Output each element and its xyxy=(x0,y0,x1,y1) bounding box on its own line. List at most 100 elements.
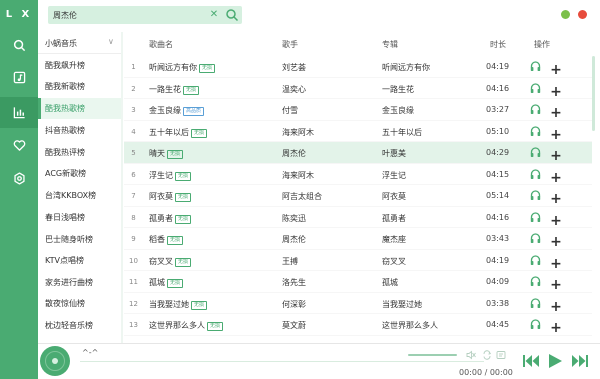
add-icon[interactable]: + xyxy=(550,170,562,186)
close-button[interactable] xyxy=(578,10,587,19)
song-row[interactable]: 12 当我娶过她 无损 何深彰 当我娶过她 03:38 + xyxy=(124,293,592,315)
nav-leaderboard[interactable] xyxy=(0,97,38,128)
song-album[interactable]: 窃叉叉 xyxy=(382,256,406,267)
song-artist[interactable]: 周杰伦 xyxy=(282,234,306,245)
nav-playlist[interactable] xyxy=(0,62,38,93)
board-item[interactable]: KTV点唱榜 xyxy=(38,250,121,271)
song-artist[interactable]: 莫文蔚 xyxy=(282,320,306,331)
search-input[interactable] xyxy=(53,8,203,22)
song-row[interactable]: 6 浮生记 无损 海来阿木 浮生记 04:15 + xyxy=(124,164,592,186)
song-artist[interactable]: 付雪 xyxy=(282,105,298,116)
song-album[interactable]: 一路生花 xyxy=(382,84,414,95)
lyrics-icon[interactable] xyxy=(496,350,506,360)
song-album[interactable]: 听闻远方有你 xyxy=(382,62,430,73)
song-artist[interactable]: 海来阿木 xyxy=(282,127,314,138)
board-item-active[interactable]: 酷我热歌榜 xyxy=(38,98,121,119)
song-row[interactable]: 8 孤勇者 无损 陈奕迅 孤勇者 04:16 + xyxy=(124,207,592,229)
board-item[interactable]: 巴士随身听榜 xyxy=(38,229,121,250)
add-icon[interactable]: + xyxy=(550,191,562,207)
scrollbar[interactable] xyxy=(592,56,595,131)
headphones-icon[interactable] xyxy=(530,232,541,244)
song-row[interactable]: 10 窃叉叉 无损 王搏 窃叉叉 04:19 + xyxy=(124,250,592,272)
song-row[interactable]: 7 阿衣莫 无损 阿吉太组合 阿衣莫 05:14 + xyxy=(124,185,592,207)
song-artist[interactable]: 海来阿木 xyxy=(282,170,314,181)
board-item[interactable]: 家务进行曲榜 xyxy=(38,272,121,293)
board-item[interactable]: 台湾KKBOX榜 xyxy=(38,185,121,206)
song-album[interactable]: 这世界那么多人 xyxy=(382,320,438,331)
song-album[interactable]: 孤勇者 xyxy=(382,213,406,224)
add-icon[interactable]: + xyxy=(550,299,562,315)
song-album[interactable]: 孤城 xyxy=(382,277,398,288)
song-row[interactable]: 9 稻香 无损 周杰伦 魔杰座 03:43 + xyxy=(124,228,592,250)
album-cover[interactable] xyxy=(40,346,70,376)
add-icon[interactable]: + xyxy=(550,62,562,78)
nav-favorites[interactable] xyxy=(0,130,38,161)
song-artist[interactable]: 温奕心 xyxy=(282,84,306,95)
headphones-icon[interactable] xyxy=(530,318,541,330)
song-row[interactable]: 2 一路生花 无损 温奕心 一路生花 04:16 + xyxy=(124,78,592,100)
minimize-button[interactable] xyxy=(561,10,570,19)
headphones-icon[interactable] xyxy=(530,82,541,94)
song-row[interactable]: 5 晴天 无损 周杰伦 叶惠美 04:29 + xyxy=(124,142,592,164)
add-icon[interactable]: + xyxy=(550,105,562,121)
repeat-icon[interactable] xyxy=(482,350,492,360)
board-item[interactable]: 酷我新歌榜 xyxy=(38,76,121,97)
song-album[interactable]: 金玉良缘 xyxy=(382,105,414,116)
add-icon[interactable]: + xyxy=(550,148,562,164)
song-row[interactable]: 11 孤城 无损 洛先生 孤城 04:09 + xyxy=(124,271,592,293)
song-album[interactable]: 当我娶过她 xyxy=(382,299,422,310)
board-item[interactable]: 酷我飙升榜 xyxy=(38,55,121,76)
add-icon[interactable]: + xyxy=(550,320,562,336)
source-select[interactable]: 小蜗音乐 ∨ xyxy=(38,32,121,54)
next-icon[interactable] xyxy=(571,353,589,369)
song-row[interactable]: 13 这世界那么多人 无损 莫文蔚 这世界那么多人 04:45 + xyxy=(124,314,592,336)
board-item[interactable]: 抖音热歌榜 xyxy=(38,120,121,141)
add-icon[interactable]: + xyxy=(550,84,562,100)
headphones-icon[interactable] xyxy=(530,103,541,115)
board-item[interactable]: ACG新歌榜 xyxy=(38,163,121,184)
song-artist[interactable]: 刘艺荟 xyxy=(282,62,306,73)
headphones-icon[interactable] xyxy=(530,125,541,137)
song-album[interactable]: 阿衣莫 xyxy=(382,191,406,202)
nav-search[interactable] xyxy=(0,30,38,61)
add-icon[interactable]: + xyxy=(550,213,562,229)
board-item[interactable]: 散夜惊仙榜 xyxy=(38,293,121,314)
song-row[interactable]: 3 金玉良缘 高品质 付雪 金玉良缘 03:27 + xyxy=(124,99,592,121)
headphones-icon[interactable] xyxy=(530,297,541,309)
song-album[interactable]: 叶惠美 xyxy=(382,148,406,159)
song-album[interactable]: 浮生记 xyxy=(382,170,406,181)
headphones-icon[interactable] xyxy=(530,146,541,158)
nav-settings[interactable] xyxy=(0,163,38,194)
mute-icon[interactable] xyxy=(466,350,476,360)
headphones-icon[interactable] xyxy=(530,168,541,180)
song-artist[interactable]: 陈奕迅 xyxy=(282,213,306,224)
song-row[interactable]: 4 五十年以后 无损 海来阿木 五十年以后 05:10 + xyxy=(124,121,592,143)
add-icon[interactable]: + xyxy=(550,256,562,272)
add-icon[interactable]: + xyxy=(550,277,562,293)
play-icon[interactable] xyxy=(547,353,563,369)
song-name: 窃叉叉 xyxy=(149,256,173,266)
headphones-icon[interactable] xyxy=(530,211,541,223)
board-item[interactable]: 枕边轻音乐榜 xyxy=(38,315,121,336)
song-album[interactable]: 五十年以后 xyxy=(382,127,422,138)
song-row[interactable]: 1 听闻远方有你 无损 刘艺荟 听闻远方有你 04:19 + xyxy=(124,56,592,78)
song-artist[interactable]: 周杰伦 xyxy=(282,148,306,159)
song-artist[interactable]: 何深彰 xyxy=(282,299,306,310)
song-artist[interactable]: 王搏 xyxy=(282,256,298,267)
headphones-icon[interactable] xyxy=(530,254,541,266)
previous-icon[interactable] xyxy=(522,353,540,369)
progress-bar[interactable] xyxy=(80,361,484,362)
headphones-icon[interactable] xyxy=(530,275,541,287)
board-item[interactable]: 酷我热评榜 xyxy=(38,142,121,163)
volume-slider[interactable] xyxy=(408,354,457,356)
board-item[interactable]: 春日浅唱榜 xyxy=(38,207,121,228)
song-artist[interactable]: 洛先生 xyxy=(282,277,306,288)
headphones-icon[interactable] xyxy=(530,189,541,201)
add-icon[interactable]: + xyxy=(550,234,562,250)
song-album[interactable]: 魔杰座 xyxy=(382,234,406,245)
clear-icon[interactable]: ✕ xyxy=(208,8,220,22)
song-artist[interactable]: 阿吉太组合 xyxy=(282,191,322,202)
search-button-icon[interactable] xyxy=(225,8,239,22)
add-icon[interactable]: + xyxy=(550,127,562,143)
headphones-icon[interactable] xyxy=(530,60,541,72)
